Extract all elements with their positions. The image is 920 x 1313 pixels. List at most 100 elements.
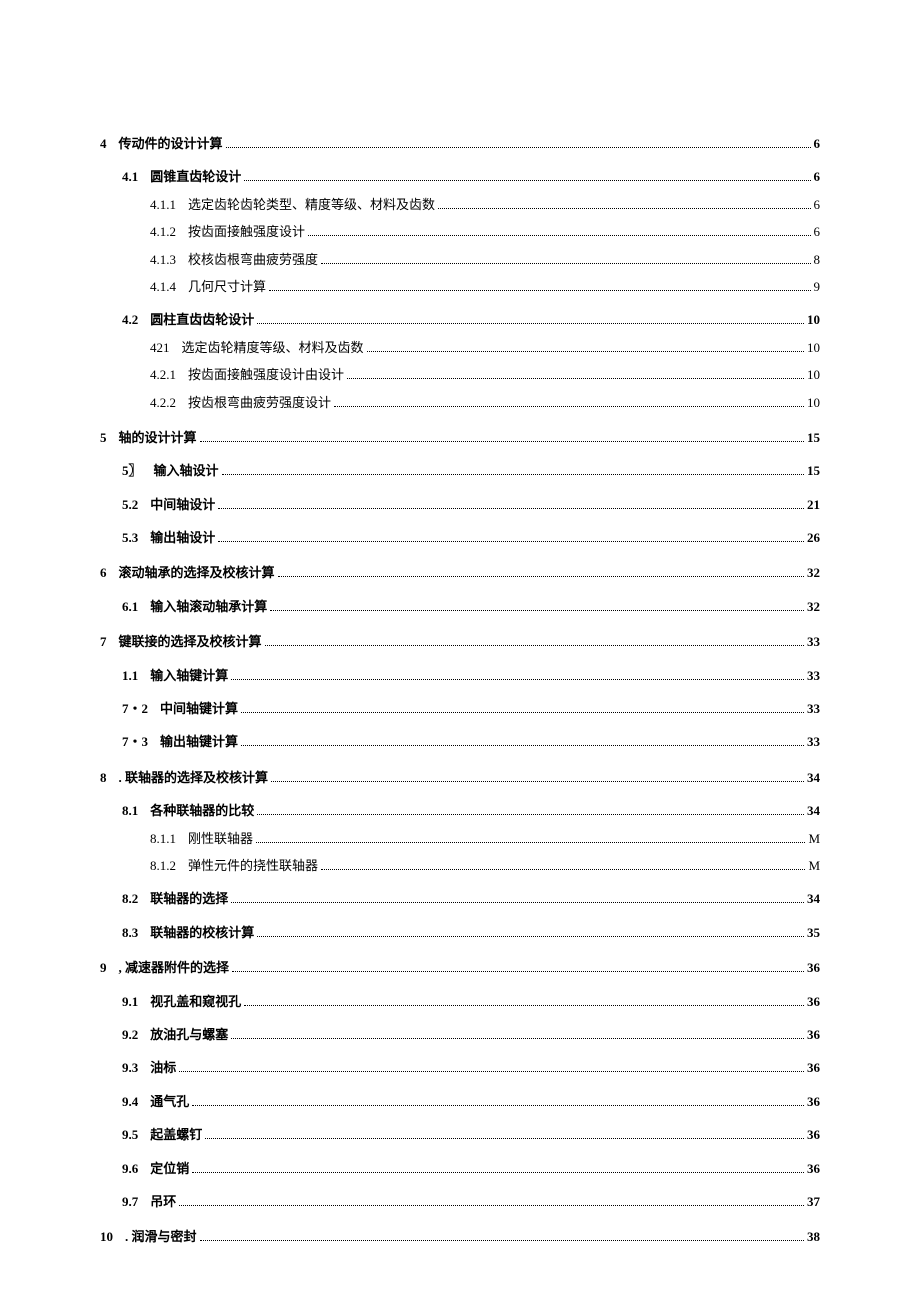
toc-entry: 5〗输入轴设计15 <box>122 459 820 482</box>
toc-number: 4.2.2 <box>150 391 176 414</box>
toc-page: 36 <box>807 1023 820 1046</box>
toc-page: 36 <box>807 1056 820 1079</box>
toc-title: 几何尺寸计算 <box>188 279 266 294</box>
toc-leader <box>308 225 810 236</box>
toc-title: 校核齿根弯曲疲劳强度 <box>188 252 318 267</box>
toc-label: 8.3联轴器的校核计算 <box>122 921 254 944</box>
toc-page: 33 <box>807 730 820 753</box>
toc-number: 7・3 <box>122 730 148 753</box>
toc-title: 吊环 <box>150 1194 176 1209</box>
toc-title: 输入轴设计 <box>154 463 219 478</box>
toc-number: 9 <box>100 956 107 979</box>
toc-entry: 1.1输入轴键计算 33 <box>122 664 820 687</box>
toc-page: 35 <box>807 921 820 944</box>
toc-title: 通气孔 <box>150 1094 189 1109</box>
toc-entry: 9.7吊环37 <box>122 1190 820 1213</box>
toc-number: 9.1 <box>122 990 138 1013</box>
toc-entry: 8. 联轴器的选择及校核计算 34 <box>100 766 820 789</box>
toc-number: 421 <box>150 336 170 359</box>
toc-entry: 7・2中间轴键计算33 <box>122 697 820 720</box>
toc-page: 34 <box>807 799 820 822</box>
toc-label: 5.2中间轴设计 <box>122 493 215 516</box>
toc-page: 9 <box>814 275 821 298</box>
toc-leader <box>179 1195 804 1206</box>
toc-number: 5 <box>100 426 107 449</box>
toc-page: 15 <box>807 426 820 449</box>
toc-title: 键联接的选择及校核计算 <box>119 634 262 649</box>
toc-label: 8.1.2弹性元件的挠性联轴器 <box>150 854 318 877</box>
toc-leader <box>244 170 810 181</box>
toc-entry: 4.2.2按齿根弯曲疲劳强度设计10 <box>150 391 820 414</box>
toc-title: 圆锥直齿轮设计 <box>150 169 241 184</box>
toc-label: 7・2中间轴键计算 <box>122 697 238 720</box>
toc-page: 34 <box>807 766 820 789</box>
toc-entry: 6滚动轴承的选择及校核计算32 <box>100 561 820 584</box>
toc-leader <box>231 668 804 679</box>
toc-number: 8 <box>100 766 107 789</box>
toc-page: 8 <box>814 248 821 271</box>
toc-label: 4 传动件的设计计算 <box>100 132 223 155</box>
toc-number: 9.4 <box>122 1090 138 1113</box>
toc-entry: 5.2中间轴设计 21 <box>122 493 820 516</box>
toc-entry: 9.4通气孔36 <box>122 1090 820 1113</box>
toc-label: 4.1.2 按齿面接触强度设计 <box>150 220 305 243</box>
toc-entry: 8.2联轴器的选择34 <box>122 887 820 910</box>
toc-title: 按齿面接触强度设计由设计 <box>188 367 344 382</box>
toc-label: 9.2 放油孔与螺塞 <box>122 1023 228 1046</box>
toc-number: 5〗 <box>122 459 142 482</box>
toc-page: 36 <box>807 1123 820 1146</box>
toc-entry: 8.1各种联轴器的比较 34 <box>122 799 820 822</box>
toc-leader <box>179 1061 804 1072</box>
toc-page: 6 <box>814 193 821 216</box>
toc-label: 5 轴的设计计算 <box>100 426 197 449</box>
toc-page: M <box>808 854 820 877</box>
toc-entry: 9, 减速器附件的选择36 <box>100 956 820 979</box>
toc-number: 4 <box>100 132 107 155</box>
toc-page: 33 <box>807 664 820 687</box>
toc-label: 4.1.4几何尺寸计算 <box>150 275 266 298</box>
toc-leader <box>218 497 804 508</box>
toc-entry: 9.1视孔盖和窥视孔36 <box>122 990 820 1013</box>
toc-entry: 4.1.2按齿面接触强度设计6 <box>150 220 820 243</box>
toc-leader <box>257 925 804 936</box>
toc-leader <box>192 1094 804 1105</box>
toc-title: 起盖螺钉 <box>150 1127 202 1142</box>
toc-label: 7・3输出轴键计算 <box>122 730 238 753</box>
toc-title: 滚动轴承的选择及校核计算 <box>119 565 275 580</box>
toc-leader <box>200 1230 804 1241</box>
toc-number: 9.2 <box>122 1023 138 1046</box>
toc-label: 8.1.1刚性联轴器 <box>150 827 253 850</box>
toc-entry: 5 轴的设计计算 15 <box>100 426 820 449</box>
toc-number: 4.2 <box>122 308 138 331</box>
toc-number: 8.1 <box>122 799 138 822</box>
toc-label: 6滚动轴承的选择及校核计算 <box>100 561 275 584</box>
toc-label: 4.2圆柱直齿齿轮设计 <box>122 308 254 331</box>
toc-title: 放油孔与螺塞 <box>150 1027 228 1042</box>
toc-number: 5.3 <box>122 526 138 549</box>
toc-page: 32 <box>807 595 820 618</box>
toc-leader <box>367 340 804 351</box>
toc-label: 8.1各种联轴器的比较 <box>122 799 254 822</box>
toc-title: 轴的设计计算 <box>119 430 197 445</box>
toc-page: 10 <box>807 308 820 331</box>
toc-page: 21 <box>807 493 820 516</box>
toc-entry: 421选定齿轮精度等级、材料及齿数10 <box>150 336 820 359</box>
toc-leader <box>231 892 804 903</box>
toc-entry: 8.1.2弹性元件的挠性联轴器 M <box>150 854 820 877</box>
toc-number: 4.1.2 <box>150 220 176 243</box>
toc-title: 联轴器的选择 <box>150 891 228 906</box>
toc-label: 9.1视孔盖和窥视孔 <box>122 990 241 1013</box>
toc-leader <box>347 368 804 379</box>
toc-leader <box>257 804 804 815</box>
toc-title: 按齿面接触强度设计 <box>188 224 305 239</box>
toc-page: 36 <box>807 956 820 979</box>
toc-title: 传动件的设计计算 <box>119 136 223 151</box>
toc-label: 8. 联轴器的选择及校核计算 <box>100 766 268 789</box>
toc-label: 9.5起盖螺钉 <box>122 1123 202 1146</box>
toc-leader <box>270 599 804 610</box>
toc-entry: 9.6定位销36 <box>122 1157 820 1180</box>
toc-label: 1.1输入轴键计算 <box>122 664 228 687</box>
toc-page: 26 <box>807 526 820 549</box>
toc-label: 4.1.1选定齿轮齿轮类型、精度等级、材料及齿数 <box>150 193 435 216</box>
toc-leader <box>321 252 810 263</box>
